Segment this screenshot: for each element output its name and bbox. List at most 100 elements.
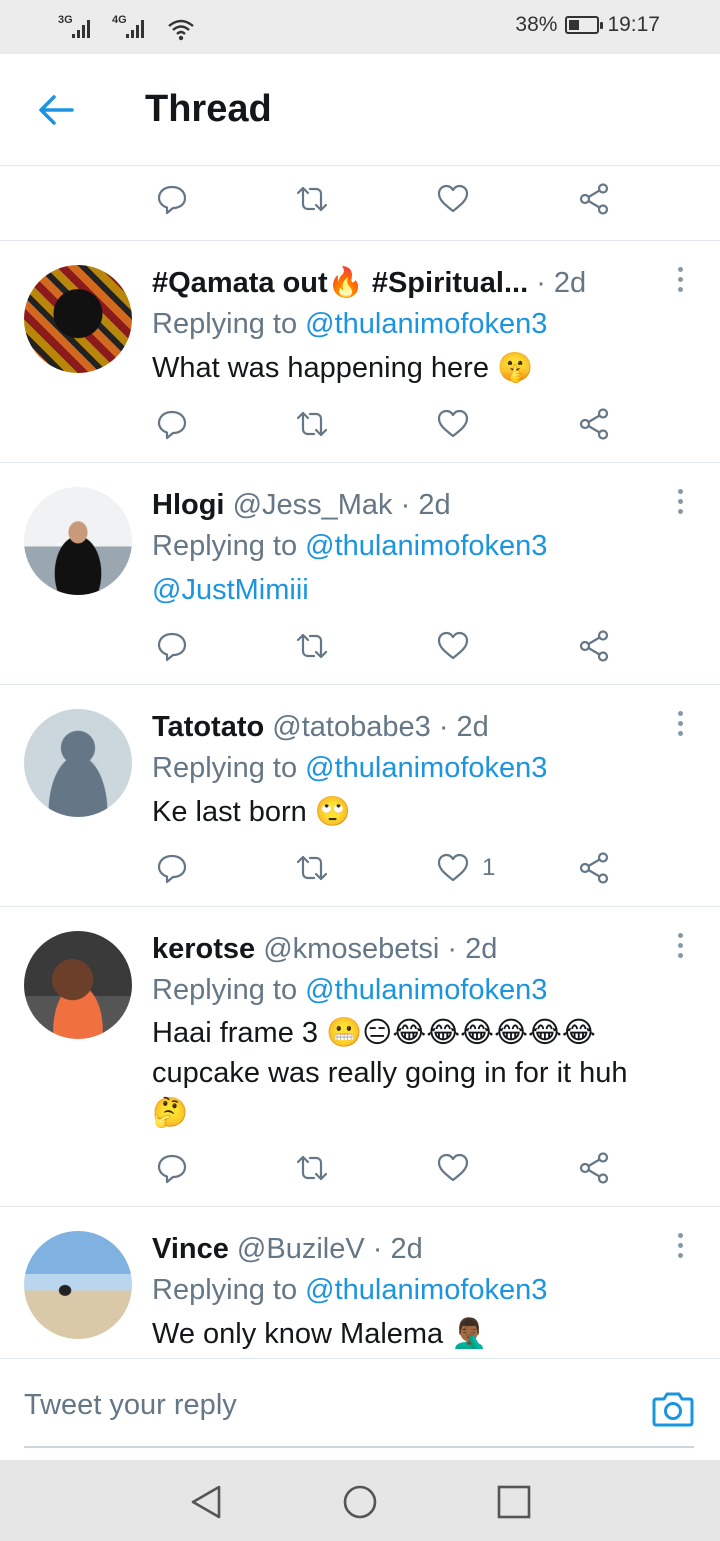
heart-icon: [437, 184, 469, 213]
retweet-button[interactable]: [295, 851, 329, 885]
reply-button[interactable]: [155, 1151, 189, 1185]
more-options-icon[interactable]: [674, 267, 686, 297]
like-button[interactable]: [436, 1151, 482, 1185]
share-button[interactable]: [577, 851, 611, 885]
retweet-icon: [296, 1155, 328, 1181]
like-count: 1: [482, 854, 496, 881]
tweet-item[interactable]: Vince @BuzileV · 2d Replying to @thulani…: [0, 1206, 720, 1358]
thread-feed[interactable]: #Qamata out🔥 #Spiritual... · 2d Replying…: [0, 166, 720, 1358]
tweet-text: We only know Malema 🤦🏾‍♂️: [152, 1318, 488, 1350]
replying-to-mention[interactable]: @thulanimofoken3: [305, 308, 547, 340]
author-name[interactable]: Tatotato: [152, 711, 264, 743]
replying-to: Replying to @thulanimofoken3: [152, 303, 660, 345]
reply-input[interactable]: Tweet your reply: [24, 1389, 237, 1422]
share-button[interactable]: [577, 407, 611, 441]
like-button[interactable]: [436, 629, 482, 663]
like-button[interactable]: 1: [436, 851, 495, 885]
tweet-actions: [0, 391, 720, 465]
heart-icon: [437, 1153, 469, 1182]
wifi-icon: [168, 19, 194, 41]
status-bar: 3G 4G 38% 19:17: [0, 0, 720, 54]
square-recents-icon[interactable]: [494, 1482, 534, 1522]
more-options-icon[interactable]: [674, 489, 686, 519]
signal-bars-icon: [72, 18, 90, 38]
reply-button[interactable]: [155, 851, 189, 885]
network-3g-signal: 3G: [58, 12, 98, 40]
tweet-item[interactable]: kerotse @kmosebetsi · 2d Replying to @th…: [0, 906, 720, 1206]
tweet-time: · 2d: [536, 267, 587, 299]
replying-to-mention[interactable]: @thulanimofoken3: [305, 530, 547, 562]
share-button[interactable]: [577, 1151, 611, 1185]
heart-icon: [437, 631, 469, 660]
input-underline: [24, 1446, 694, 1448]
more-options-icon[interactable]: [674, 1233, 686, 1263]
retweet-button[interactable]: [295, 629, 329, 663]
default-avatar[interactable]: [24, 709, 132, 817]
author-name[interactable]: Hlogi: [152, 489, 225, 521]
network-4g-signal: 4G: [112, 12, 152, 40]
tweet-time: · 2d: [438, 711, 489, 743]
like-button[interactable]: [436, 182, 470, 216]
share-icon: [579, 852, 609, 884]
tweet-time: · 2d: [372, 1233, 423, 1265]
status-left: 3G 4G: [58, 12, 196, 42]
heart-icon: [437, 853, 469, 882]
reply-icon: [157, 854, 187, 884]
tweet-header: Vince @BuzileV · 2d: [152, 1229, 660, 1269]
camera-icon[interactable]: [652, 1389, 694, 1427]
more-options-icon[interactable]: [674, 711, 686, 741]
tweet-item[interactable]: #Qamata out🔥 #Spiritual... · 2d Replying…: [0, 240, 720, 462]
replying-to-mention[interactable]: @thulanimofoken3: [305, 1274, 547, 1306]
tweet-header: Hlogi @Jess_Mak · 2d: [152, 485, 660, 525]
reply-button[interactable]: [155, 182, 189, 216]
author-handle: @kmosebetsi: [263, 933, 440, 965]
share-button[interactable]: [577, 629, 611, 663]
heart-icon: [437, 409, 469, 438]
clock: 19:17: [607, 13, 660, 36]
tweet-header: Tatotato @tatobabe3 · 2d: [152, 707, 660, 747]
replying-to-prefix: Replying to: [152, 1274, 298, 1306]
share-icon: [579, 1152, 609, 1184]
tweet-time: · 2d: [447, 933, 498, 965]
reply-icon: [157, 185, 187, 215]
triangle-back-icon[interactable]: [186, 1482, 226, 1522]
network-4g-label: 4G: [112, 14, 127, 26]
replying-to-mention[interactable]: @thulanimofoken3: [305, 752, 547, 784]
replying-to: Replying to @thulanimofoken3: [152, 747, 660, 789]
tweet-item[interactable]: Tatotato @tatobabe3 · 2d Replying to @th…: [0, 684, 720, 906]
author-name[interactable]: #Qamata out🔥 #Spiritual...: [152, 267, 528, 299]
page-title: Thread: [145, 88, 272, 130]
share-button[interactable]: [577, 182, 611, 216]
reply-composer[interactable]: Tweet your reply: [0, 1358, 720, 1460]
replying-to: Replying to @thulanimofoken3: [152, 969, 660, 1011]
share-icon: [579, 408, 609, 440]
avatar[interactable]: [24, 1231, 132, 1339]
like-button[interactable]: [436, 407, 482, 441]
tweet-text[interactable]: @JustMimiii: [152, 569, 660, 611]
tweet-actions: [0, 613, 720, 687]
avatar[interactable]: [24, 931, 132, 1039]
author-name[interactable]: kerotse: [152, 933, 255, 965]
reply-button[interactable]: [155, 629, 189, 663]
retweet-button[interactable]: [295, 182, 329, 216]
more-options-icon[interactable]: [674, 933, 686, 963]
network-3g-label: 3G: [58, 14, 73, 26]
arrow-left-icon[interactable]: [36, 92, 76, 128]
tweet-item[interactable]: Hlogi @Jess_Mak · 2d Replying to @thulan…: [0, 462, 720, 684]
reply-icon: [157, 410, 187, 440]
main-tweet-actions: [0, 166, 720, 240]
circle-home-icon[interactable]: [340, 1482, 380, 1522]
thread-header: Thread: [0, 54, 720, 166]
reply-icon: [157, 632, 187, 662]
tweet-actions: [0, 1135, 720, 1209]
author-handle: @tatobabe3: [272, 711, 431, 743]
author-name[interactable]: Vince: [152, 1233, 229, 1265]
retweet-button[interactable]: [295, 407, 329, 441]
replying-to: Replying to @thulanimofoken3: [152, 1269, 660, 1311]
retweet-icon: [296, 855, 328, 881]
avatar[interactable]: [24, 487, 132, 595]
avatar[interactable]: [24, 265, 132, 373]
retweet-button[interactable]: [295, 1151, 329, 1185]
reply-button[interactable]: [155, 407, 189, 441]
replying-to-mention[interactable]: @thulanimofoken3: [305, 974, 547, 1006]
